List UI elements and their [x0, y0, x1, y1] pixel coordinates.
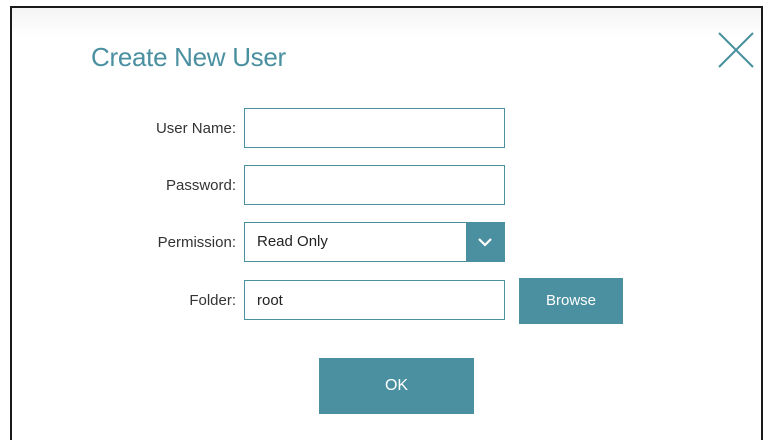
permission-label: Permission: [157, 234, 236, 251]
chevron-down-icon[interactable] [466, 223, 504, 261]
folder-label: Folder: [189, 292, 236, 309]
password-field[interactable] [244, 165, 505, 205]
folder-field[interactable] [244, 280, 505, 320]
create-user-dialog: Create New User User Name: Password: Per… [10, 6, 763, 440]
ok-button[interactable]: OK [319, 358, 474, 414]
permission-select[interactable]: Read Only [244, 222, 505, 262]
password-label: Password: [165, 177, 236, 194]
dialog-title: Create New User [91, 42, 286, 72]
close-icon[interactable] [716, 30, 756, 70]
permission-selected-value: Read Only [257, 233, 328, 250]
username-label: User Name: [155, 120, 236, 137]
browse-button[interactable]: Browse [519, 278, 623, 324]
username-field[interactable] [244, 108, 505, 148]
